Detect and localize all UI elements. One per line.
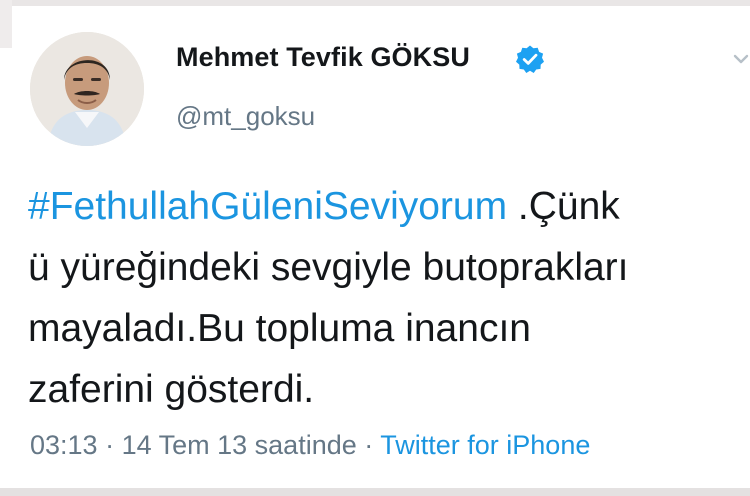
- tweet-text-line: mayaladı.Bu topluma inancın: [28, 307, 531, 350]
- tweet-date[interactable]: 14 Tem 13 saatinde: [122, 430, 357, 460]
- tweet-text: #FethullahGüleniSeviyorum .Çünk ü yüreği…: [28, 176, 750, 420]
- tweet-metadata: 03:13 · 14 Tem 13 saatinde · Twitter for…: [30, 430, 590, 461]
- tweet-source-link[interactable]: Twitter for iPhone: [380, 430, 590, 460]
- avatar-photo: [30, 32, 144, 146]
- author-handle[interactable]: @mt_goksu: [176, 101, 315, 132]
- avatar[interactable]: [30, 32, 144, 146]
- tweet-text-line: ü yüreğindeki sevgiyle butoprakları: [28, 246, 629, 289]
- chevron-down-icon[interactable]: [732, 50, 750, 68]
- tweet-time[interactable]: 03:13: [30, 430, 98, 460]
- top-border-strip: [0, 0, 750, 6]
- tweet-card: Mehmet Tevfik GÖKSU @mt_goksu #Fethullah…: [0, 0, 750, 496]
- bottom-border-strip: [0, 488, 750, 496]
- verified-badge-icon: [516, 45, 544, 73]
- separator-dot: ·: [356, 430, 381, 460]
- separator-dot: ·: [97, 430, 122, 460]
- tweet-text-fragment: .Çünk: [507, 185, 620, 228]
- tweet-text-line: #FethullahGüleniSeviyorum .Çünk: [28, 176, 750, 237]
- left-border-strip: [0, 0, 12, 48]
- hashtag-link[interactable]: #FethullahGüleniSeviyorum: [28, 185, 507, 228]
- author-display-name[interactable]: Mehmet Tevfik GÖKSU: [176, 42, 470, 73]
- tweet-text-line: zaferini gösterdi.: [28, 368, 315, 411]
